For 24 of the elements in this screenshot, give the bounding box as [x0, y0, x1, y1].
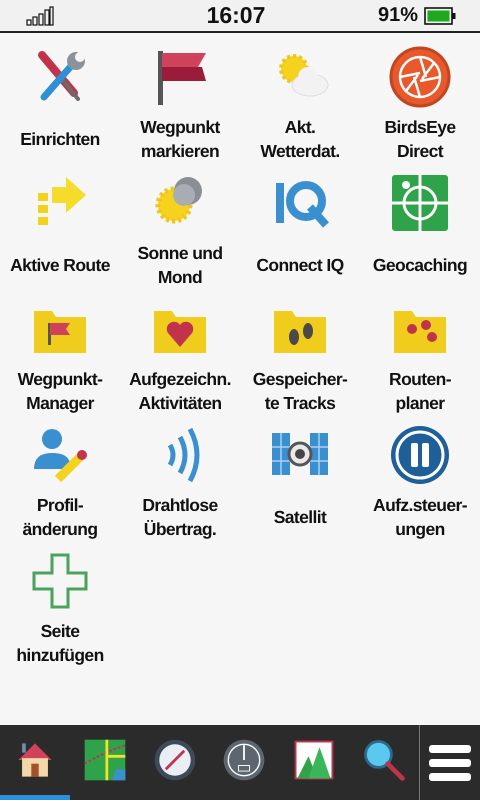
clock-time: 16:07 — [206, 2, 266, 29]
app-tile[interactable]: Profil- änderung — [0, 421, 120, 547]
app-tile[interactable]: Gespeicher- te Tracks — [240, 295, 360, 421]
app-tile[interactable]: Akt. Wetterdat. — [240, 43, 360, 169]
app-tile[interactable]: Wegpunkt- Manager — [0, 295, 120, 421]
app-tile[interactable]: Routen- planer — [360, 295, 480, 421]
app-tile[interactable]: Aktive Route — [0, 169, 120, 295]
app-tile[interactable]: Aufgezeichn. Aktivitäten — [120, 295, 240, 421]
app-tile[interactable]: Satellit — [240, 421, 360, 547]
app-tile[interactable]: BirdsEye Direct — [360, 43, 480, 169]
app-tile[interactable]: Connect IQ — [240, 169, 360, 295]
battery-icon — [424, 6, 456, 24]
pause-icon — [388, 423, 452, 487]
app-tile[interactable]: Sonne und Mond — [120, 169, 240, 295]
app-tile[interactable]: Seite hinzufügen — [0, 547, 120, 673]
menu-icon — [428, 742, 472, 782]
app-tile[interactable]: Geocaching — [360, 169, 480, 295]
aperture-icon — [388, 45, 452, 109]
app-tile[interactable]: Einrichten — [0, 43, 120, 169]
signal-icon — [26, 6, 54, 26]
app-tile[interactable]: Wegpunkt markieren — [120, 43, 240, 169]
app-tile[interactable]: Aufz.steuer- ungen — [360, 421, 480, 547]
app-tile[interactable]: Drahtlose Übertrag. — [120, 421, 240, 547]
battery-percentage: 91% — [378, 4, 418, 27]
